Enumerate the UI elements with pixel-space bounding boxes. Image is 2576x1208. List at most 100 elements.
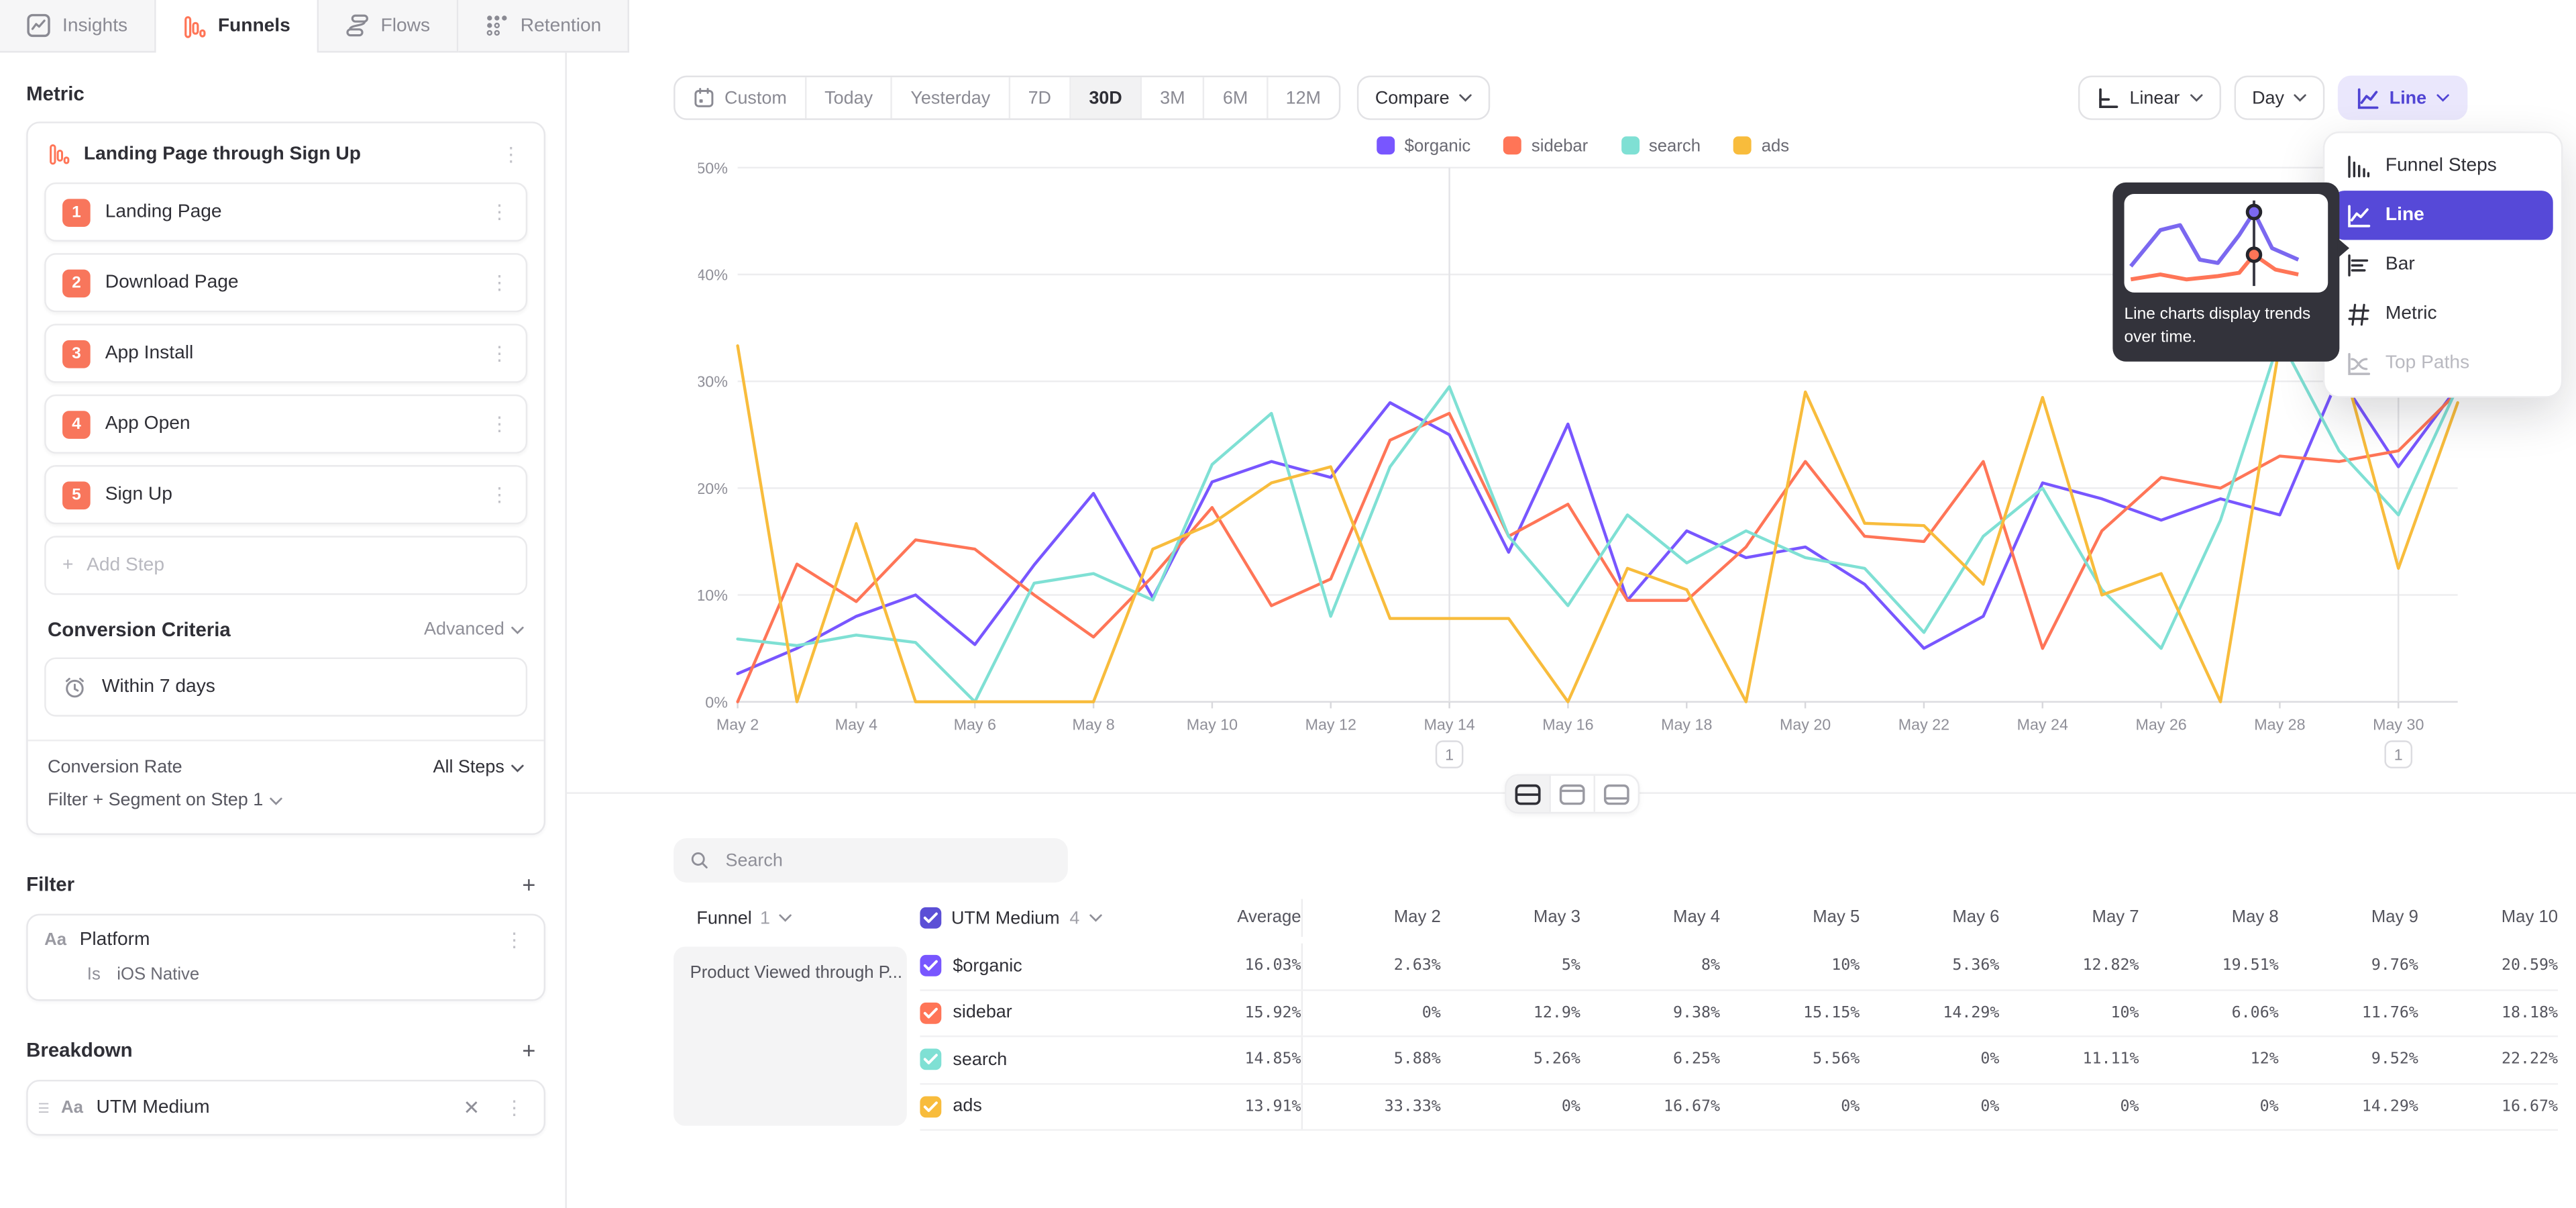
kebab-menu-icon[interactable]: ⋮	[486, 344, 513, 363]
funnel-step-5[interactable]: 5 Sign Up ⋮	[44, 465, 527, 524]
kebab-menu-icon[interactable]: ⋮	[486, 485, 513, 504]
breakdown-column-header[interactable]: UTM Medium 4	[920, 907, 1150, 929]
breakdown-card[interactable]: ☰ Aa UTM Medium ✕ ⋮	[26, 1080, 545, 1136]
series-checkbox[interactable]	[920, 1049, 941, 1070]
tab-flows[interactable]: Flows	[318, 0, 458, 52]
conversion-window[interactable]: Within 7 days	[44, 658, 527, 717]
kebab-menu-icon[interactable]: ⋮	[501, 1098, 527, 1117]
metric-heading: Metric	[26, 82, 85, 105]
topbar-spacer	[629, 0, 2576, 52]
conversion-rate-label: Conversion Rate	[48, 758, 182, 777]
filter-segment-dropdown[interactable]: Filter + Segment on Step 1	[48, 791, 524, 810]
chart-table-divider	[567, 792, 2576, 793]
funnel-group-cell[interactable]: Product Viewed through P...	[674, 947, 907, 1126]
plus-icon: +	[62, 556, 73, 575]
step-number-badge: 2	[62, 268, 91, 297]
select-all-checkbox[interactable]	[920, 907, 941, 929]
kebab-menu-icon[interactable]: ⋮	[486, 202, 513, 221]
svg-text:May 4: May 4	[835, 715, 877, 733]
conversion-rate-dropdown[interactable]: All Steps	[433, 758, 524, 777]
column-header-may-9[interactable]: May 9	[2279, 899, 2418, 937]
kebab-menu-icon[interactable]: ⋮	[486, 273, 513, 293]
column-header-may-4[interactable]: May 4	[1580, 899, 1720, 937]
tab-retention[interactable]: Retention	[458, 0, 629, 52]
tab-insights[interactable]: Insights	[0, 0, 156, 52]
cell-value: 2.63%	[1301, 944, 1441, 989]
range-7d[interactable]: 7D	[1010, 77, 1071, 118]
average-value: 15.92%	[1150, 991, 1301, 1036]
line-preview-image	[2125, 194, 2328, 293]
range-30d[interactable]: 30D	[1071, 77, 1142, 118]
add-breakdown-button[interactable]: +	[516, 1037, 543, 1063]
funnel-column-header[interactable]: Funnel 1	[674, 908, 920, 927]
kebab-menu-icon[interactable]: ⋮	[501, 930, 527, 950]
range-today[interactable]: Today	[806, 77, 892, 118]
menu-item-metric[interactable]: Metric	[2333, 289, 2553, 338]
breakdown-property-name: UTM Medium	[97, 1098, 442, 1117]
series-name: search	[953, 1050, 1007, 1069]
custom-date-button[interactable]: Custom	[676, 77, 807, 118]
column-header-average[interactable]: Average	[1150, 899, 1301, 937]
tab-label: Retention	[521, 15, 602, 35]
line-chart-icon	[2346, 203, 2371, 228]
table-search[interactable]	[674, 838, 1068, 883]
legend-item-sidebar[interactable]: sidebar	[1503, 136, 1588, 155]
funnel-step-3[interactable]: 3 App Install ⋮	[44, 323, 527, 383]
kebab-menu-icon[interactable]: ⋮	[486, 414, 513, 434]
tab-funnels[interactable]: Funnels	[156, 0, 319, 52]
layout-split-button[interactable]	[1505, 776, 1550, 812]
menu-item-bar[interactable]: Bar	[2333, 240, 2553, 289]
compare-button[interactable]: Compare	[1357, 76, 1491, 120]
scale-button[interactable]: Linear	[2079, 76, 2221, 120]
range-6m[interactable]: 6M	[1205, 77, 1268, 118]
menu-item-funnel-steps[interactable]: Funnel Steps	[2333, 142, 2553, 191]
drag-handle-icon[interactable]: ☰	[38, 1101, 48, 1115]
kebab-menu-icon[interactable]: ⋮	[498, 145, 524, 164]
funnel-step-1[interactable]: 1 Landing Page ⋮	[44, 183, 527, 242]
filter-card[interactable]: Aa Platform ⋮ Is iOS Native	[26, 914, 545, 1001]
range-3m[interactable]: 3M	[1142, 77, 1205, 118]
series-checkbox[interactable]	[920, 1002, 941, 1023]
step-number-badge: 4	[62, 410, 91, 438]
column-header-may-7[interactable]: May 7	[1999, 899, 2139, 937]
cell-value: 0%	[1999, 1084, 2139, 1129]
layout-table-button[interactable]	[1595, 776, 1638, 812]
range-yesterday[interactable]: Yesterday	[892, 77, 1010, 118]
layout-chart-button[interactable]	[1550, 776, 1595, 812]
cell-value: 0%	[2139, 1084, 2279, 1129]
cell-value: 5.26%	[1441, 1037, 1580, 1082]
cell-value: 5.88%	[1301, 1037, 1441, 1082]
legend-item-$organic[interactable]: $organic	[1377, 136, 1470, 155]
chart-type-button[interactable]: Line	[2339, 76, 2468, 120]
funnel-step-4[interactable]: 4 App Open ⋮	[44, 395, 527, 454]
column-header-may-2[interactable]: May 2	[1301, 899, 1441, 937]
series-checkbox[interactable]	[920, 1096, 941, 1117]
search-icon	[690, 850, 709, 871]
remove-breakdown-icon[interactable]: ✕	[455, 1096, 488, 1119]
add-filter-button[interactable]: +	[516, 871, 543, 897]
column-header-may-5[interactable]: May 5	[1720, 899, 1860, 937]
cell-value: 14.29%	[2279, 1084, 2418, 1129]
cell-value: 12.82%	[1999, 944, 2139, 989]
advanced-dropdown[interactable]: Advanced	[424, 619, 524, 639]
step-label: App Open	[105, 414, 472, 434]
column-header-may-6[interactable]: May 6	[1860, 899, 1999, 937]
column-header-may-8[interactable]: May 8	[2139, 899, 2279, 937]
series-checkbox[interactable]	[920, 955, 941, 976]
filter-value[interactable]: iOS Native	[117, 965, 199, 985]
legend-item-ads[interactable]: ads	[1733, 136, 1789, 155]
legend-item-search[interactable]: search	[1621, 136, 1701, 155]
menu-item-top-paths[interactable]: Top Paths	[2333, 338, 2553, 387]
column-header-may-3[interactable]: May 3	[1441, 899, 1580, 937]
add-step-button[interactable]: + Add Step	[44, 536, 527, 595]
step-number-badge: 3	[62, 340, 91, 368]
menu-item-line[interactable]: Line	[2333, 191, 2553, 240]
search-input[interactable]	[722, 849, 1052, 872]
cell-value: 10%	[1999, 991, 2139, 1036]
funnel-step-2[interactable]: 2 Download Page ⋮	[44, 253, 527, 312]
column-header-may-10[interactable]: May 10	[2418, 899, 2558, 937]
range-12m[interactable]: 12M	[1268, 77, 1339, 118]
filter-operator[interactable]: Is	[87, 965, 101, 985]
interval-button[interactable]: Day	[2234, 76, 2325, 120]
line-chart-icon	[2357, 87, 2379, 109]
